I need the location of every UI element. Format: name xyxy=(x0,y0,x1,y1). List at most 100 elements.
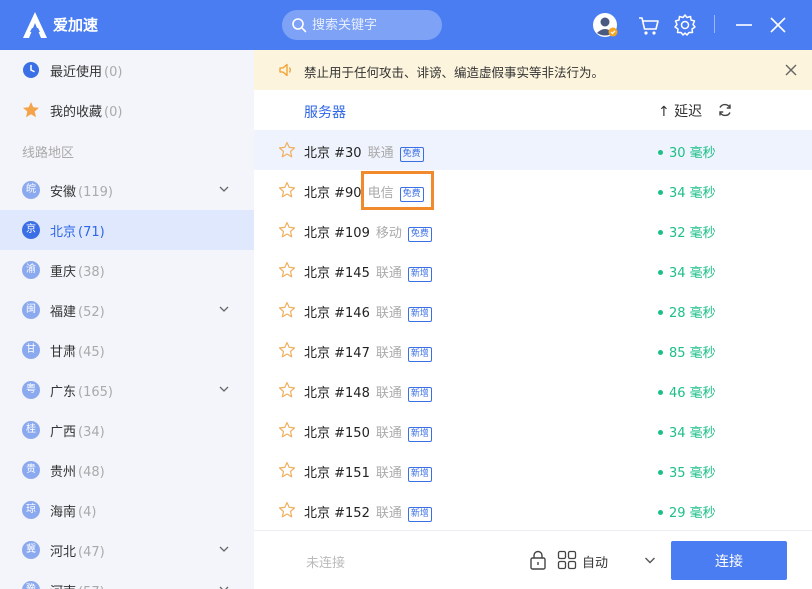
speaker-icon xyxy=(279,63,291,77)
title-bar: 爱加速 xyxy=(0,0,812,50)
connect-button[interactable]: 连接 xyxy=(671,541,787,580)
star-outline-icon[interactable] xyxy=(278,421,296,439)
sidebar: 最近使用 (0) 我的收藏 (0) 线路地区 皖安徽 (119) 京北京 (71) 渝重庆(… xyxy=(0,50,254,589)
server-row[interactable]: 北京 #109 移动 免费 32 毫秒 xyxy=(254,210,812,250)
server-latency: 30 毫秒 xyxy=(658,142,716,161)
server-isp: 联通 xyxy=(375,306,402,321)
sidebar-item-recent[interactable]: 最近使用 (0) xyxy=(0,50,254,90)
sidebar-item-region[interactable]: 甘甘肃 (45) xyxy=(0,330,254,370)
sidebar-item-favorites[interactable]: 我的收藏 (0) xyxy=(0,90,254,130)
server-isp: 移动 xyxy=(375,226,402,241)
server-latency: 34 毫秒 xyxy=(658,262,716,281)
server-row[interactable]: 北京 #151 联通 新增 35 毫秒 xyxy=(254,450,812,490)
notice-close-icon[interactable] xyxy=(784,63,798,77)
column-header-latency[interactable]: ↑ 延迟 xyxy=(658,101,702,121)
region-badge-icon: 粤 xyxy=(22,381,40,399)
sidebar-item-region[interactable]: 皖安徽 (119) xyxy=(0,170,254,210)
mode-select[interactable]: 自动 xyxy=(582,552,608,571)
server-row[interactable]: 北京 #150 联通 新增 34 毫秒 xyxy=(254,410,812,450)
star-outline-icon[interactable] xyxy=(278,181,296,199)
server-row[interactable]: 北京 #145 联通 新增 34 毫秒 xyxy=(254,250,812,290)
search-input[interactable] xyxy=(312,10,437,40)
sidebar-item-region[interactable]: 桂广西 (34) xyxy=(0,410,254,450)
sidebar-item-region[interactable]: 渝重庆 (38) xyxy=(0,250,254,290)
region-badge-icon: 贵 xyxy=(22,461,40,479)
server-latency: 34 毫秒 xyxy=(658,422,716,441)
notice-bar: 禁止用于任何攻击、诽谤、编造虚假事实等非法行为。 xyxy=(254,50,812,90)
server-latency: 35 毫秒 xyxy=(658,462,716,481)
server-isp: 联通 xyxy=(367,146,394,161)
sidebar-item-count: (119) xyxy=(78,185,113,200)
sidebar-item-region[interactable]: 冀河北 (47) xyxy=(0,530,254,570)
star-outline-icon[interactable] xyxy=(278,221,296,239)
sidebar-item-count: (34) xyxy=(78,425,105,440)
server-row[interactable]: 北京 #152 联通 新增 29 毫秒 xyxy=(254,490,812,530)
cart-icon[interactable] xyxy=(636,12,662,38)
sidebar-item-count: (165) xyxy=(78,385,113,400)
sidebar-item-region[interactable]: 闽福建 (52) xyxy=(0,290,254,330)
region-badge-icon: 甘 xyxy=(22,341,40,359)
search-icon xyxy=(292,18,307,33)
sidebar-item-count: (38) xyxy=(78,265,105,280)
sidebar-item-label: 广西 xyxy=(50,425,77,440)
chevron-down-icon[interactable] xyxy=(218,183,230,195)
server-latency: 34 毫秒 xyxy=(658,182,716,201)
gear-icon[interactable] xyxy=(672,12,698,38)
chevron-down-icon[interactable] xyxy=(643,553,657,567)
chevron-down-icon[interactable] xyxy=(218,383,230,395)
star-outline-icon[interactable] xyxy=(278,501,296,519)
search-box[interactable] xyxy=(282,10,442,40)
sidebar-item-label: 河南 xyxy=(50,585,76,589)
sidebar-item-count: (48) xyxy=(78,465,105,480)
sidebar-item-region[interactable]: 京北京 (71) xyxy=(0,210,254,250)
column-header-server[interactable]: 服务器 xyxy=(304,102,346,122)
app-title: 爱加速 xyxy=(53,16,99,34)
chevron-down-icon[interactable] xyxy=(218,543,230,555)
sidebar-item-label: 我的收藏 xyxy=(50,105,103,120)
server-name: 北京 #147 xyxy=(304,346,370,361)
server-latency: 85 毫秒 xyxy=(658,342,716,361)
server-tag-badge: 新增 xyxy=(407,507,432,522)
chevron-down-icon[interactable] xyxy=(218,303,230,315)
server-tag-badge: 免费 xyxy=(407,227,432,242)
chevron-down-icon[interactable] xyxy=(218,583,230,589)
server-isp: 联通 xyxy=(375,426,402,441)
star-outline-icon[interactable] xyxy=(278,301,296,319)
star-outline-icon[interactable] xyxy=(278,141,296,159)
refresh-icon[interactable] xyxy=(717,102,733,118)
server-name: 北京 #148 xyxy=(304,386,370,401)
minimize-icon[interactable] xyxy=(731,12,757,38)
sidebar-item-count: (52) xyxy=(78,305,105,320)
notice-text: 禁止用于任何攻击、诽谤、编造虚假事实等非法行为。 xyxy=(304,65,605,80)
server-name: 北京 #146 xyxy=(304,306,370,321)
sidebar-item-region[interactable]: 贵贵州 (48) xyxy=(0,450,254,490)
star-outline-icon[interactable] xyxy=(278,461,296,479)
star-outline-icon[interactable] xyxy=(278,261,296,279)
server-name: 北京 #151 xyxy=(304,466,370,481)
sidebar-item-region[interactable]: 琼海南 (4) xyxy=(0,490,254,530)
sidebar-item-region[interactable]: 粤广东 (165) xyxy=(0,370,254,410)
lock-icon[interactable] xyxy=(529,550,547,570)
server-name: 北京 #152 xyxy=(304,506,370,521)
grid-icon[interactable] xyxy=(557,550,577,570)
section-title-regions: 线路地区 xyxy=(22,146,75,161)
server-tag-badge: 新增 xyxy=(407,387,432,402)
sidebar-item-label: 甘肃 xyxy=(50,345,77,360)
server-tag-badge: 新增 xyxy=(407,347,432,362)
server-row[interactable]: 北京 #146 联通 新增 28 毫秒 xyxy=(254,290,812,330)
close-icon[interactable] xyxy=(765,12,791,38)
server-row[interactable]: 北京 #148 联通 新增 46 毫秒 xyxy=(254,370,812,410)
sidebar-item-label: 北京 xyxy=(50,225,77,240)
server-row[interactable]: 北京 #30 联通 免费 30 毫秒 xyxy=(254,130,812,170)
server-row[interactable]: 北京 #147 联通 新增 85 毫秒 xyxy=(254,330,812,370)
star-outline-icon[interactable] xyxy=(278,341,296,359)
sidebar-item-region[interactable]: 豫河南(57) xyxy=(0,570,254,589)
server-row[interactable]: 北京 #90 电信 免费 34 毫秒 xyxy=(254,170,812,210)
server-name: 北京 #90 xyxy=(304,186,362,201)
highlight-box xyxy=(361,171,434,210)
avatar-icon[interactable] xyxy=(592,12,618,38)
sidebar-item-count: (0) xyxy=(104,65,123,80)
region-badge-icon: 琼 xyxy=(22,501,40,519)
connection-status: 未连接 xyxy=(306,556,346,571)
star-outline-icon[interactable] xyxy=(278,381,296,399)
